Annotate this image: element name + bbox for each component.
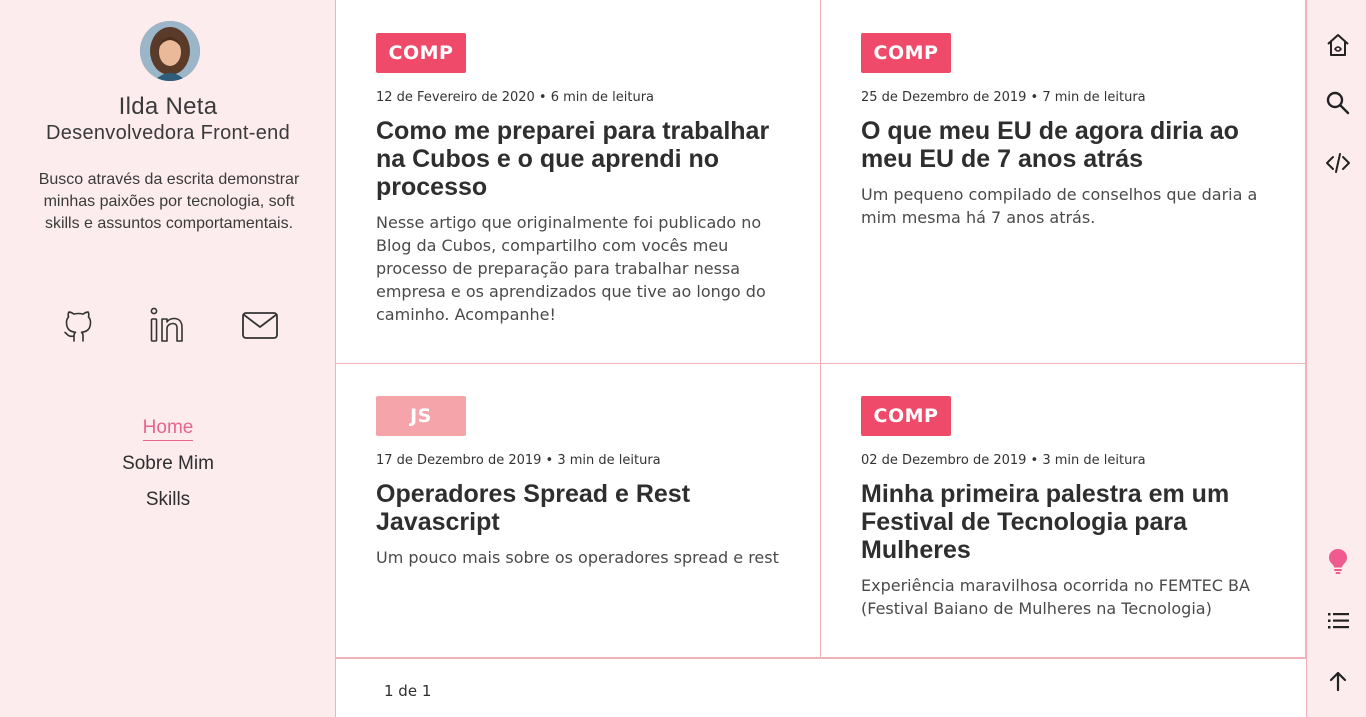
main-nav: Home Sobre Mim Skills [0, 414, 336, 522]
github-icon [64, 311, 92, 342]
mail-icon [242, 312, 278, 339]
linkedin-icon [150, 307, 183, 342]
email-link[interactable] [240, 305, 280, 345]
post-meta: 25 de Dezembro de 2019 • 7 min de leitur… [861, 90, 1146, 105]
author-role: Desenvolvedora Front-end [46, 122, 290, 144]
author-name: Ilda Neta [118, 93, 218, 120]
home-button[interactable] [1325, 32, 1351, 58]
post-tag[interactable]: JS [376, 396, 466, 436]
lightbulb-icon [1329, 549, 1347, 574]
nav-item-skills[interactable]: Skills [0, 486, 336, 522]
sidebar: Ilda Neta Desenvolvedora Front-end Busco… [0, 0, 336, 717]
post-card[interactable]: COMP 12 de Fevereiro de 2020 • 6 min de … [336, 0, 821, 364]
nav-item-label: Skills [145, 489, 191, 510]
author-bio: Busco através da escrita demonstrar minh… [38, 171, 300, 232]
arrow-up-icon [1329, 671, 1347, 692]
post-title[interactable]: Operadores Spread e Rest Javascript [376, 480, 800, 536]
search-icon [1326, 91, 1350, 115]
post-list: COMP 12 de Fevereiro de 2020 • 6 min de … [336, 0, 1306, 717]
theme-toggle-button[interactable] [1325, 548, 1351, 574]
post-tag[interactable]: COMP [861, 396, 951, 436]
scroll-top-button[interactable] [1325, 668, 1351, 694]
post-tag[interactable]: COMP [376, 33, 466, 73]
post-description: Nesse artigo que originalmente foi publi… [376, 213, 766, 324]
post-meta: 02 de Dezembro de 2019 • 3 min de leitur… [861, 453, 1146, 468]
list-button[interactable] [1325, 608, 1351, 634]
github-link[interactable] [59, 305, 99, 345]
home-icon [1327, 34, 1349, 56]
code-button[interactable] [1325, 150, 1351, 176]
post-description: Um pouco mais sobre os operadores spread… [376, 548, 779, 567]
post-title[interactable]: Minha primeira palestra em um Festival d… [861, 480, 1285, 564]
right-toolbar [1306, 0, 1366, 717]
nav-item-label: Sobre Mim [122, 453, 214, 474]
post-card[interactable]: JS 17 de Dezembro de 2019 • 3 min de lei… [336, 364, 821, 658]
post-meta: 12 de Fevereiro de 2020 • 6 min de leitu… [376, 90, 655, 105]
code-icon [1326, 153, 1350, 173]
post-tag[interactable]: COMP [861, 33, 951, 73]
post-title[interactable]: Como me preparei para trabalhar na Cubos… [376, 117, 800, 201]
linkedin-link[interactable] [148, 305, 188, 345]
nav-item-sobre-mim[interactable]: Sobre Mim [0, 450, 336, 486]
post-description: Um pequeno compilado de conselhos que da… [861, 185, 1258, 227]
avatar[interactable] [140, 21, 200, 81]
search-button[interactable] [1325, 90, 1351, 116]
nav-item-home[interactable]: Home [0, 414, 336, 450]
post-title[interactable]: O que meu EU de agora diria ao meu EU de… [861, 117, 1285, 173]
list-icon [1328, 613, 1349, 629]
post-card[interactable]: COMP 02 de Dezembro de 2019 • 3 min de l… [821, 364, 1306, 658]
nav-item-label: Home [142, 416, 194, 441]
post-card[interactable]: COMP 25 de Dezembro de 2019 • 7 min de l… [821, 0, 1306, 364]
social-links [0, 305, 336, 345]
post-meta: 17 de Dezembro de 2019 • 3 min de leitur… [376, 453, 661, 468]
avatar-photo [140, 21, 200, 81]
pagination: 1 de 1 [336, 658, 1306, 717]
post-description: Experiência maravilhosa ocorrida no FEMT… [861, 576, 1250, 618]
page-indicator: 1 de 1 [384, 682, 432, 700]
